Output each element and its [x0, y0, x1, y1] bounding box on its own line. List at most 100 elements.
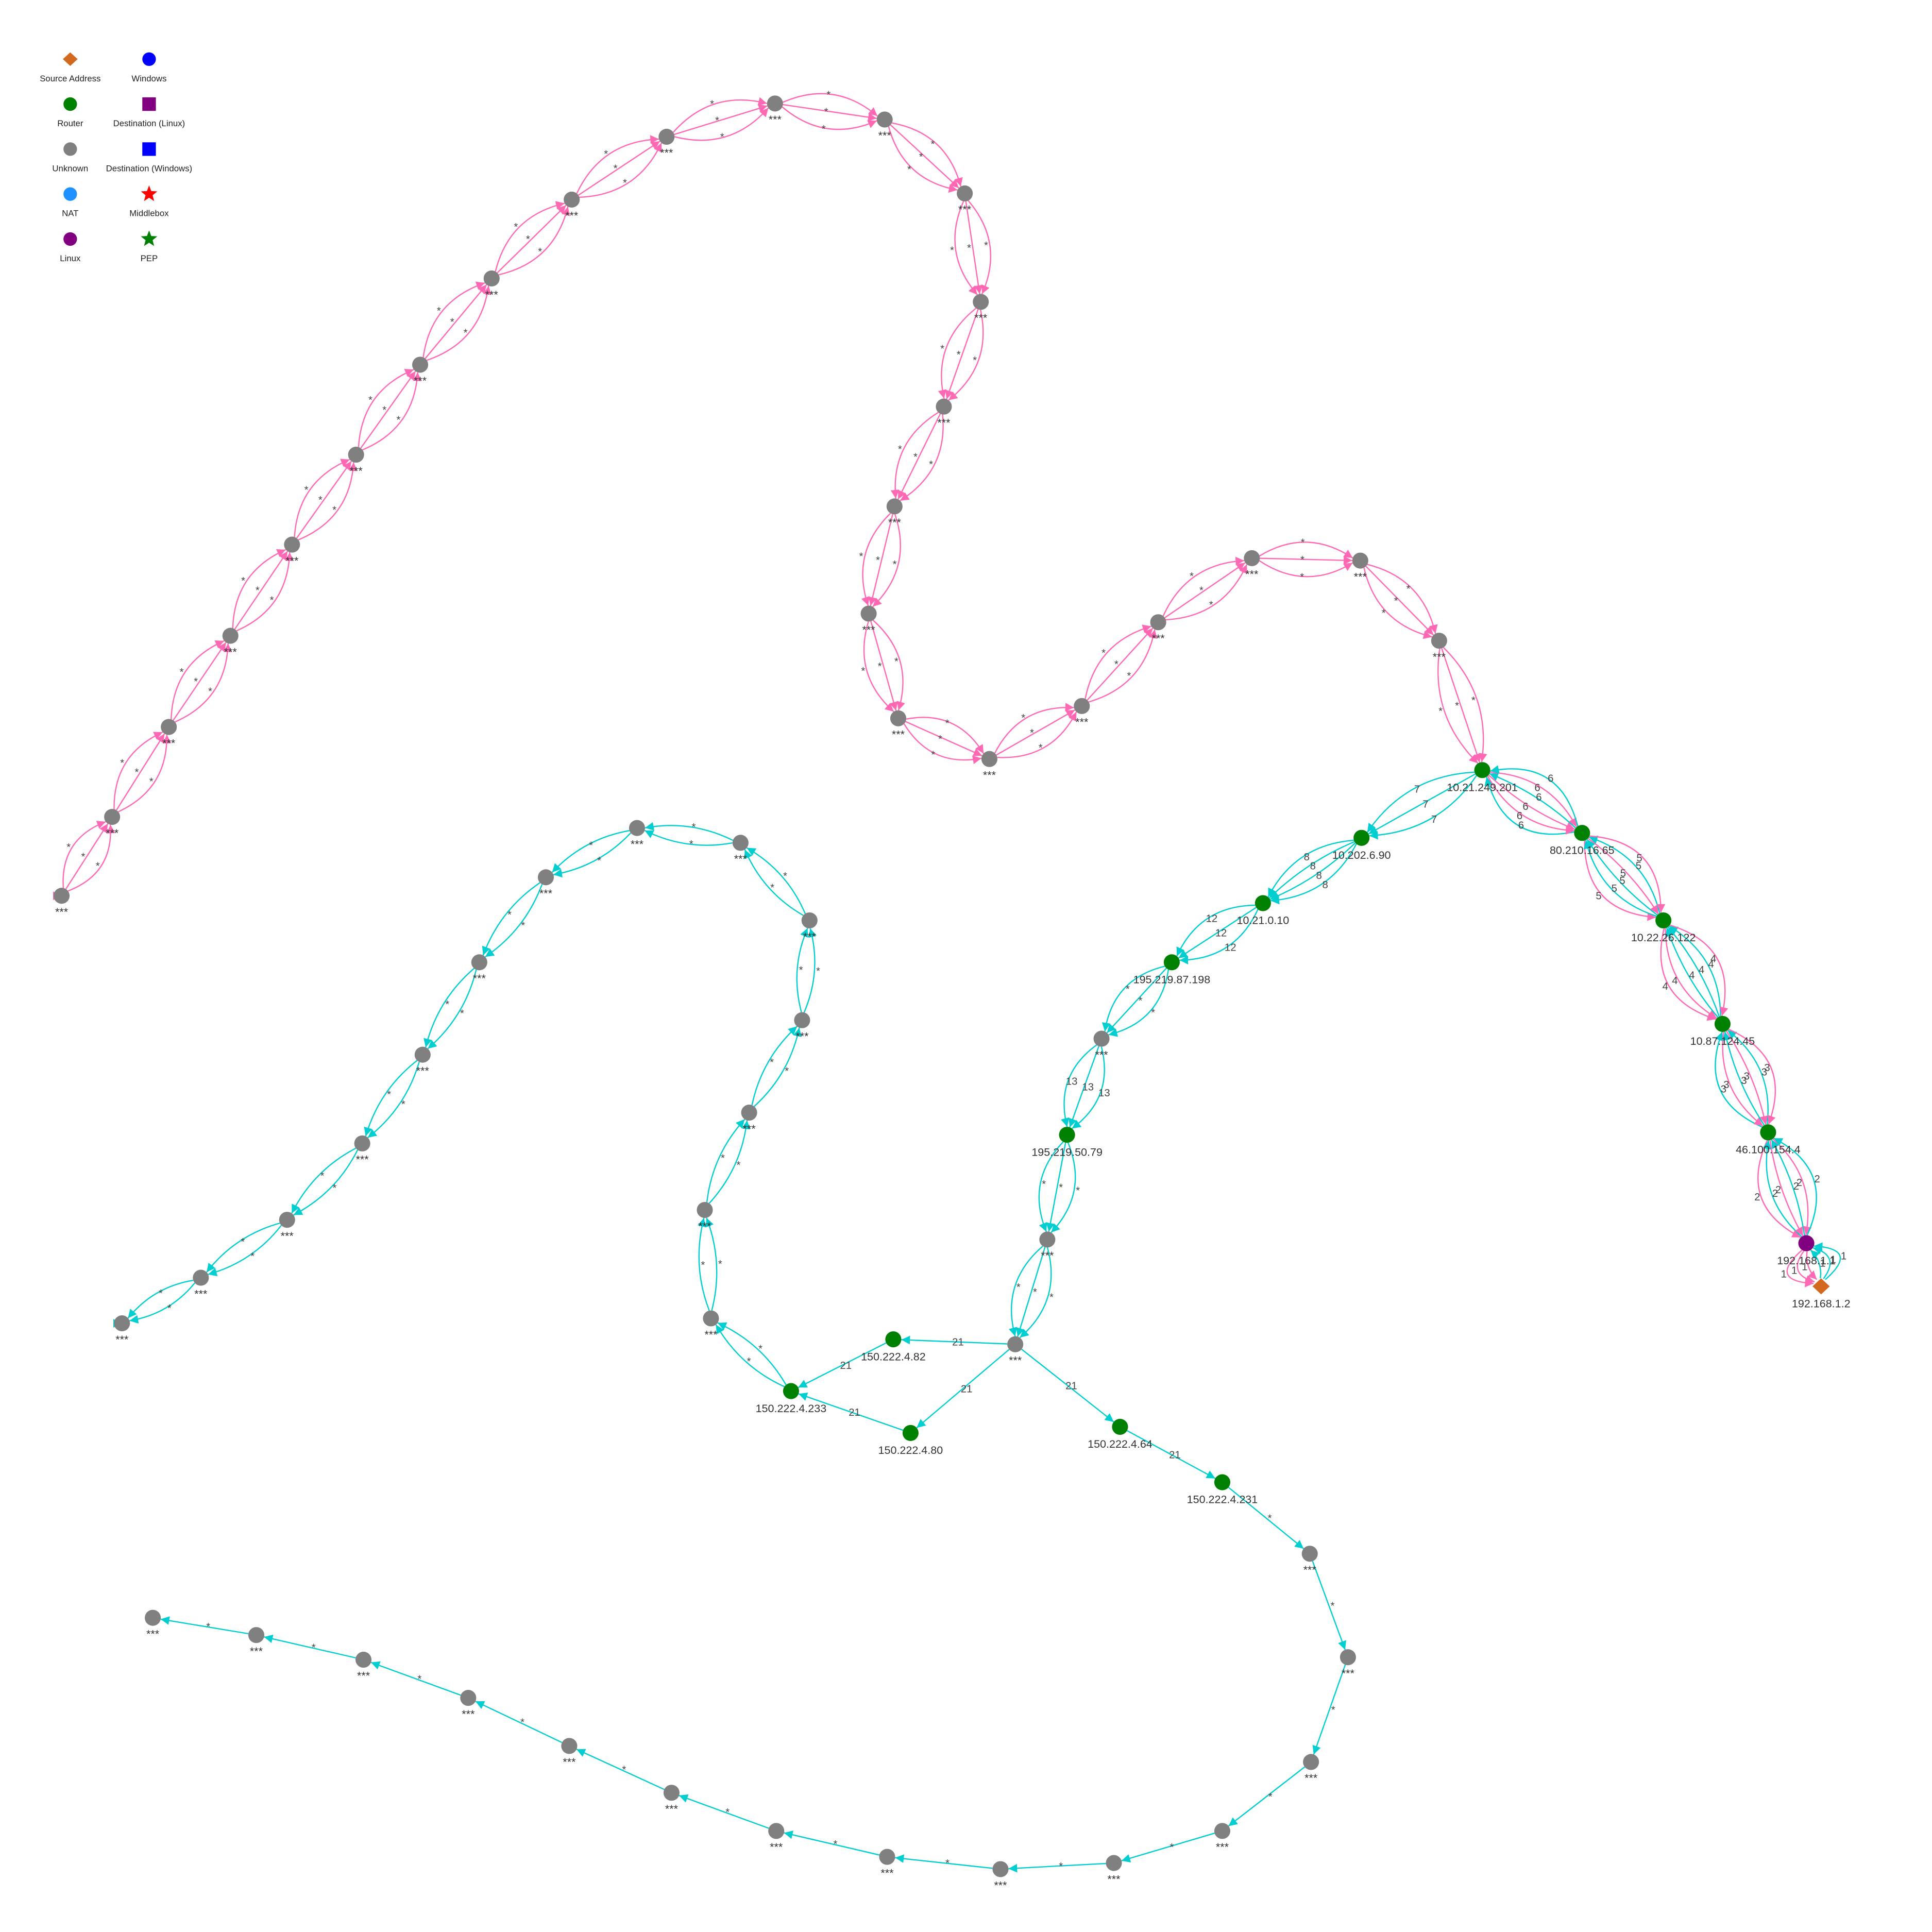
node-unknown[interactable]: ***: [564, 191, 580, 222]
source-node-icon[interactable]: [1812, 1278, 1830, 1295]
unknown-node-icon[interactable]: [860, 605, 877, 622]
node-unknown[interactable]: ***: [697, 1201, 713, 1232]
unknown-node-icon[interactable]: [767, 95, 783, 112]
unknown-node-icon[interactable]: [193, 1269, 209, 1286]
node-unknown[interactable]: ***: [992, 1861, 1009, 1891]
node-unknown[interactable]: ***: [1340, 1649, 1356, 1680]
unknown-node-icon[interactable]: [1093, 1030, 1110, 1047]
node-unknown[interactable]: ***: [1352, 552, 1368, 583]
node-unknown[interactable]: ***: [54, 888, 70, 918]
node-unknown[interactable]: ***: [768, 1823, 785, 1853]
router-node-icon[interactable]: [1655, 912, 1672, 929]
node-router[interactable]: 195.219.87.198: [1133, 954, 1211, 986]
unknown-node-icon[interactable]: [992, 1861, 1009, 1877]
node-unknown[interactable]: ***: [1301, 1546, 1318, 1576]
unknown-node-icon[interactable]: [957, 185, 973, 202]
node-unknown[interactable]: ***: [629, 820, 645, 851]
unknown-node-icon[interactable]: [222, 628, 239, 644]
node-unknown[interactable]: ***: [1007, 1336, 1024, 1367]
node-unknown[interactable]: ***: [414, 1046, 431, 1077]
unknown-node-icon[interactable]: [658, 128, 675, 145]
node-unknown[interactable]: ***: [222, 628, 239, 658]
node-unknown[interactable]: ***: [248, 1627, 264, 1657]
unknown-node-icon[interactable]: [741, 1105, 757, 1121]
node-router[interactable]: 150.222.4.80: [878, 1425, 943, 1456]
node-router[interactable]: 10.22.26.122: [1631, 912, 1696, 944]
router-node-icon[interactable]: [783, 1383, 799, 1399]
unknown-node-icon[interactable]: [663, 1785, 680, 1801]
unknown-node-icon[interactable]: [1214, 1823, 1230, 1839]
node-unknown[interactable]: ***: [161, 719, 177, 749]
unknown-node-icon[interactable]: [629, 820, 645, 836]
unknown-node-icon[interactable]: [1303, 1754, 1319, 1770]
unknown-node-icon[interactable]: [1352, 552, 1368, 569]
router-node-icon[interactable]: [1255, 895, 1271, 911]
unknown-node-icon[interactable]: [348, 446, 364, 463]
node-router[interactable]: 10.21.249.201: [1447, 762, 1518, 793]
unknown-node-icon[interactable]: [1039, 1231, 1056, 1248]
node-unknown[interactable]: ***: [537, 869, 554, 900]
router-node-icon[interactable]: [1214, 1474, 1230, 1490]
node-unknown[interactable]: ***: [663, 1785, 680, 1815]
node-unknown[interactable]: ***: [561, 1738, 578, 1768]
unknown-node-icon[interactable]: [890, 710, 907, 726]
router-node-icon[interactable]: [1760, 1124, 1776, 1141]
node-unknown[interactable]: ***: [1150, 614, 1166, 645]
unknown-node-icon[interactable]: [703, 1310, 719, 1327]
node-unknown[interactable]: ***: [981, 751, 997, 782]
node-router[interactable]: 150.222.4.233: [756, 1383, 827, 1415]
node-unknown[interactable]: ***: [1303, 1754, 1319, 1784]
node-unknown[interactable]: ***: [114, 1315, 130, 1346]
unknown-node-icon[interactable]: [104, 809, 121, 825]
node-unknown[interactable]: ***: [460, 1690, 477, 1720]
node-unknown[interactable]: ***: [801, 912, 818, 943]
node-unknown[interactable]: ***: [193, 1269, 209, 1300]
router-node-icon[interactable]: [1353, 829, 1370, 846]
node-unknown[interactable]: ***: [104, 809, 121, 839]
node-unknown[interactable]: ***: [936, 398, 952, 429]
unknown-node-icon[interactable]: [936, 398, 952, 415]
router-node-icon[interactable]: [1574, 825, 1590, 841]
router-node-icon[interactable]: [902, 1425, 919, 1441]
unknown-node-icon[interactable]: [412, 357, 429, 373]
unknown-node-icon[interactable]: [145, 1609, 161, 1626]
unknown-node-icon[interactable]: [414, 1046, 431, 1063]
node-unknown[interactable]: ***: [279, 1212, 295, 1242]
node-unknown[interactable]: ***: [879, 1849, 895, 1879]
node-unknown[interactable]: ***: [876, 111, 893, 142]
router-node-icon[interactable]: [885, 1331, 902, 1348]
unknown-node-icon[interactable]: [1150, 614, 1166, 631]
router-node-icon[interactable]: [1474, 762, 1490, 778]
unknown-node-icon[interactable]: [54, 888, 70, 904]
unknown-node-icon[interactable]: [561, 1738, 578, 1754]
unknown-node-icon[interactable]: [732, 835, 749, 851]
node-linux[interactable]: 192.168.1.1: [1777, 1235, 1836, 1267]
unknown-node-icon[interactable]: [1007, 1336, 1024, 1352]
unknown-node-icon[interactable]: [1340, 1649, 1356, 1666]
router-node-icon[interactable]: [1714, 1015, 1731, 1032]
node-router[interactable]: 150.222.4.64: [1088, 1418, 1153, 1450]
router-node-icon[interactable]: [1163, 954, 1180, 971]
node-source[interactable]: 192.168.1.2: [1792, 1278, 1851, 1310]
node-unknown[interactable]: ***: [284, 536, 300, 567]
router-node-icon[interactable]: [1112, 1418, 1128, 1435]
unknown-node-icon[interactable]: [697, 1201, 713, 1218]
unknown-node-icon[interactable]: [1106, 1855, 1122, 1871]
unknown-node-icon[interactable]: [537, 869, 554, 886]
linux-node-icon[interactable]: [1798, 1235, 1815, 1251]
unknown-node-icon[interactable]: [161, 719, 177, 735]
unknown-node-icon[interactable]: [768, 1823, 785, 1839]
unknown-node-icon[interactable]: [794, 1012, 810, 1028]
node-router[interactable]: 195.219.50.79: [1031, 1127, 1103, 1158]
unknown-node-icon[interactable]: [279, 1212, 295, 1228]
unknown-node-icon[interactable]: [460, 1690, 477, 1706]
unknown-node-icon[interactable]: [355, 1651, 372, 1668]
node-unknown[interactable]: ***: [890, 710, 907, 741]
node-unknown[interactable]: ***: [767, 95, 783, 126]
unknown-node-icon[interactable]: [1431, 633, 1447, 649]
unknown-node-icon[interactable]: [1074, 698, 1090, 714]
node-unknown[interactable]: ***: [1106, 1855, 1122, 1886]
unknown-node-icon[interactable]: [248, 1627, 264, 1643]
node-unknown[interactable]: ***: [145, 1609, 161, 1640]
node-router[interactable]: 150.222.4.231: [1187, 1474, 1258, 1506]
